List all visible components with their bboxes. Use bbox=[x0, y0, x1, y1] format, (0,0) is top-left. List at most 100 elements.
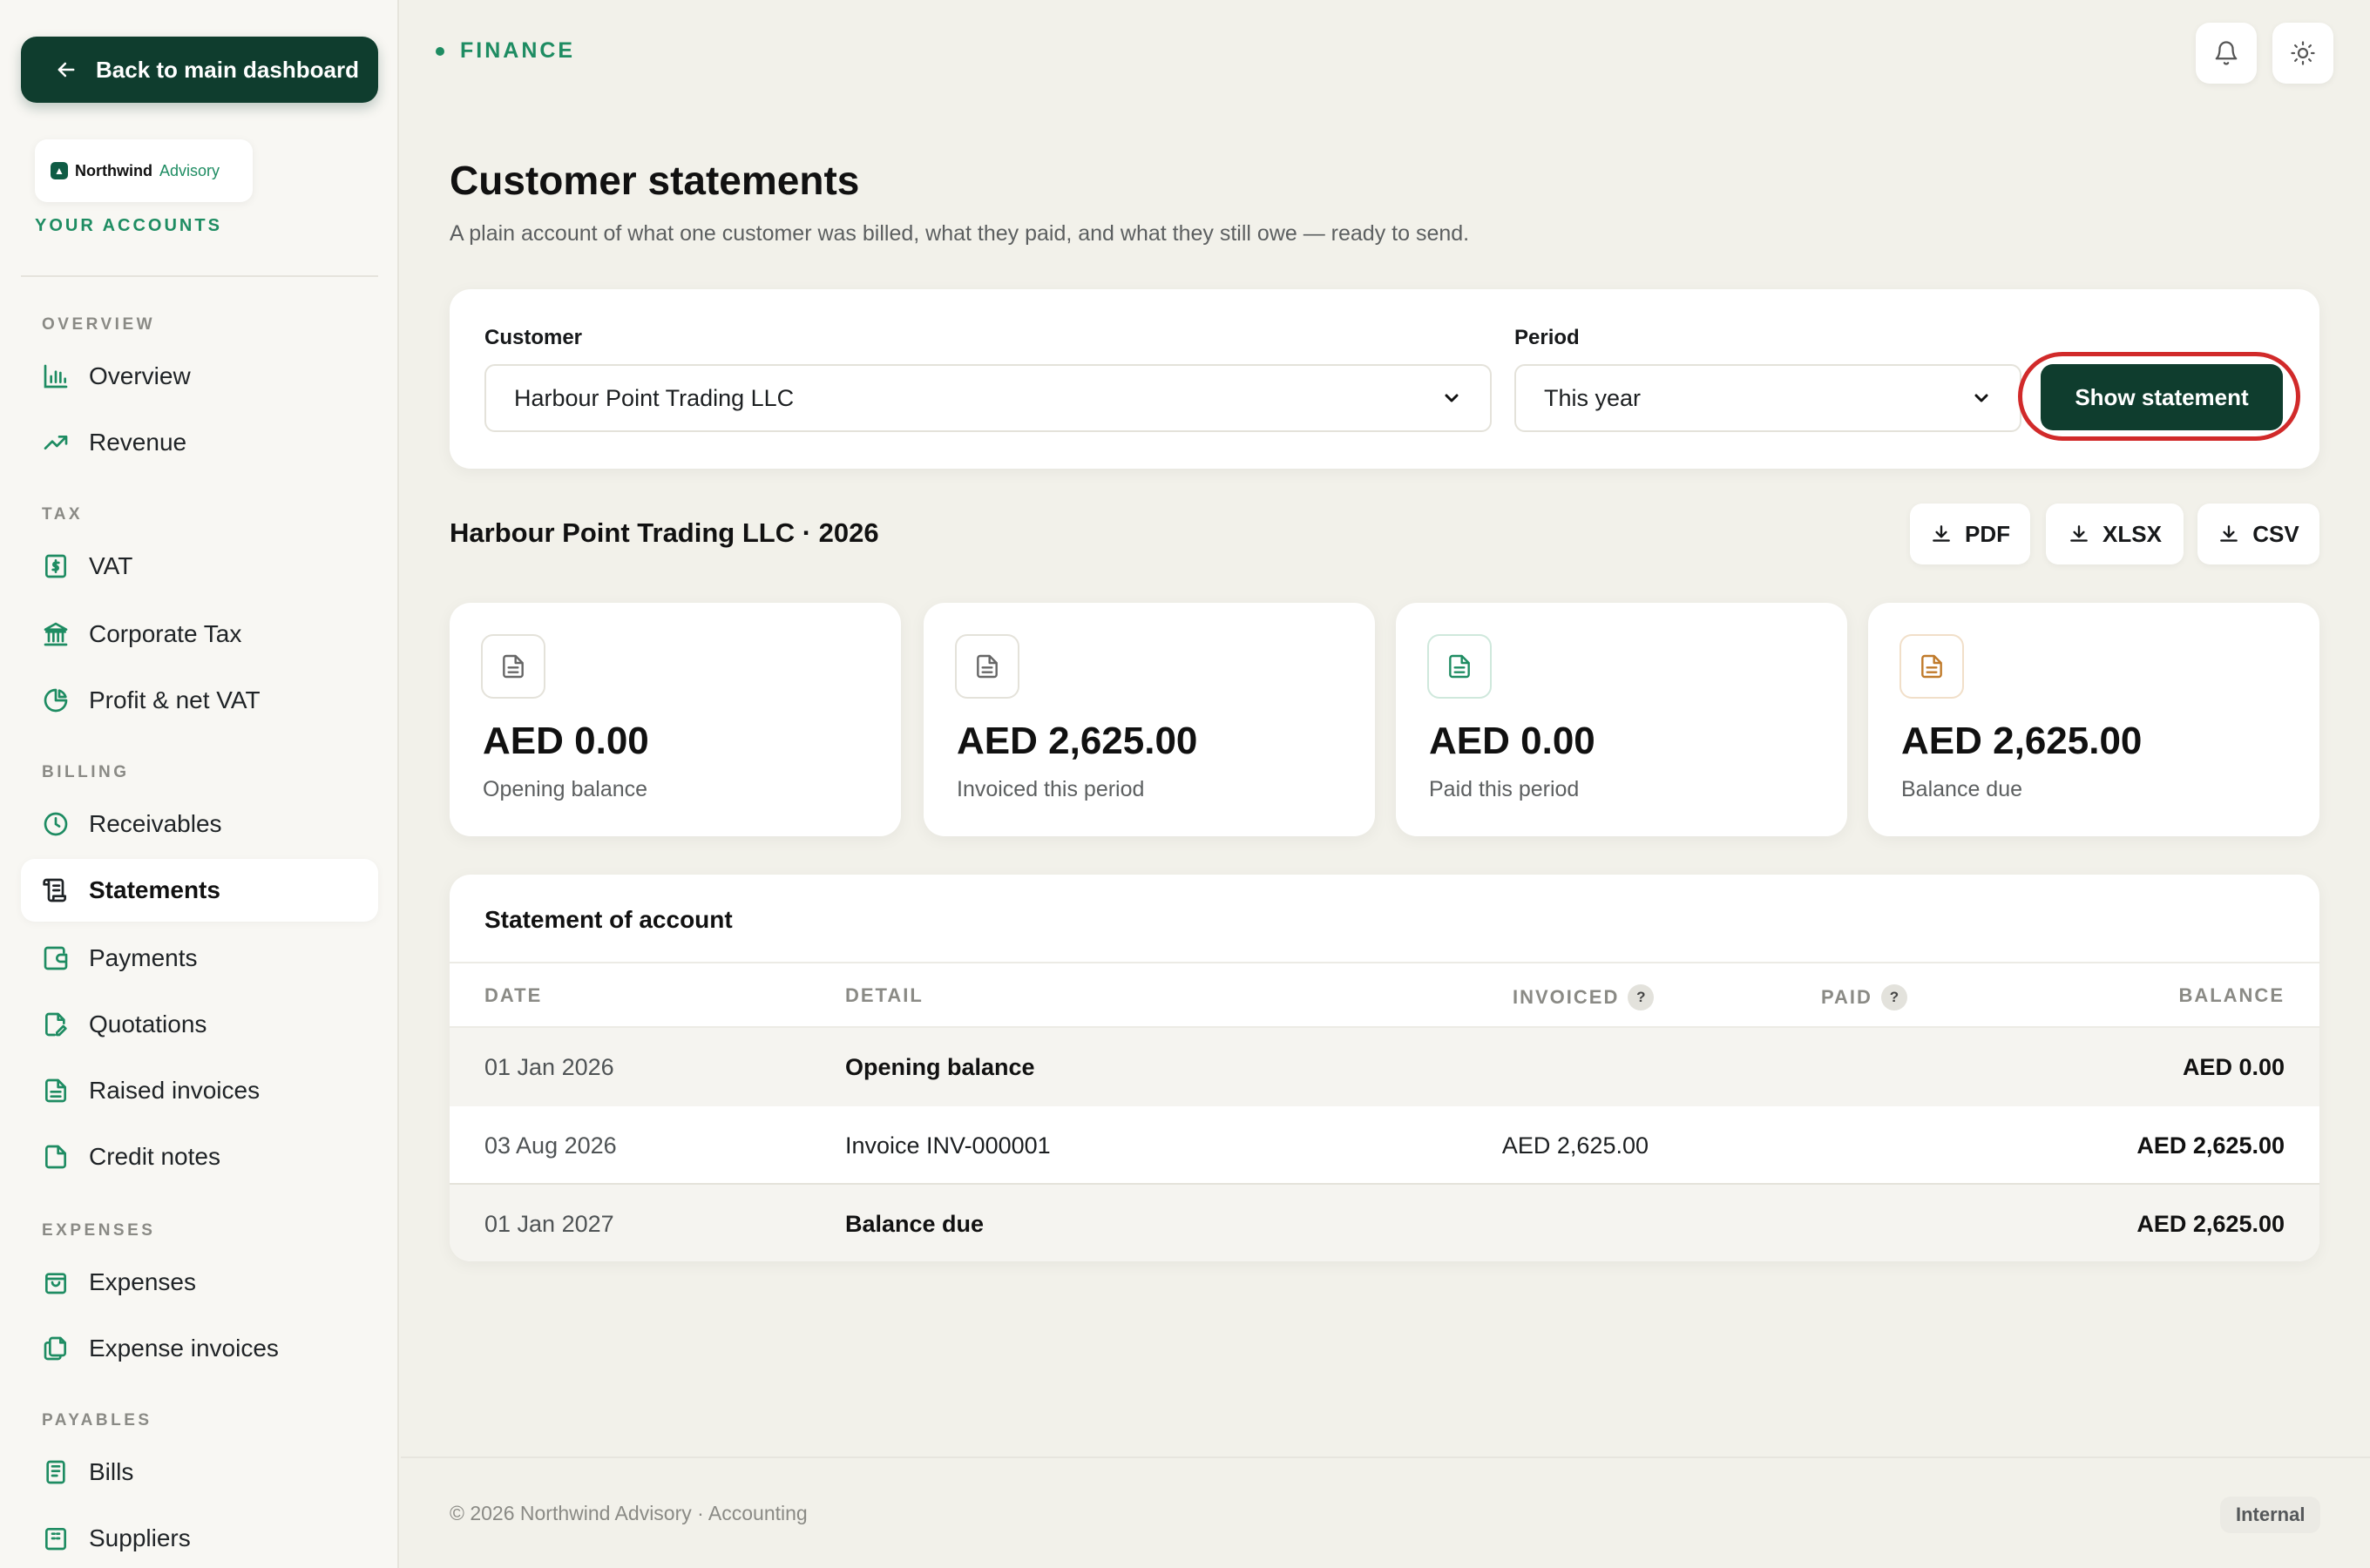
sidebar-item-statements[interactable]: Statements bbox=[21, 859, 378, 922]
statement-table: Statement of account DATE DETAIL INVOICE… bbox=[450, 875, 2319, 1261]
receipt-icon bbox=[46, 1460, 65, 1484]
sidebar-item-profit-vat[interactable]: Profit & net VAT bbox=[21, 669, 378, 732]
breadcrumb-label: FINANCE bbox=[460, 38, 576, 63]
sidebar-item-label: Profit & net VAT bbox=[89, 686, 261, 713]
cell-balance: AED 2,625.00 bbox=[2136, 1132, 2285, 1159]
brand-logo-icon: ▲ bbox=[51, 162, 68, 179]
bag-icon bbox=[45, 1273, 66, 1294]
help-icon[interactable]: ? bbox=[1628, 984, 1655, 1010]
kpi-value: AED 0.00 bbox=[1429, 720, 1595, 762]
export-pdf-label: PDF bbox=[1965, 520, 2010, 547]
column-header-detail: DETAIL bbox=[845, 984, 924, 1006]
table-row: 03 Aug 2026 Invoice INV-000001 AED 2,625… bbox=[450, 1106, 2319, 1185]
sidebar-item-expense-invoices[interactable]: Expense invoices bbox=[21, 1317, 378, 1380]
section-payables: PAYABLES bbox=[42, 1411, 152, 1429]
cell-balance: AED 2,625.00 bbox=[2136, 1211, 2285, 1237]
show-statement-button[interactable]: Show statement bbox=[2041, 364, 2283, 430]
doc-icon bbox=[45, 1078, 66, 1103]
help-icon[interactable]: ? bbox=[1880, 984, 1907, 1010]
table-header: DATE DETAIL INVOICED? PAID? BALANCE bbox=[450, 962, 2319, 1028]
back-to-dashboard-button[interactable]: Back to main dashboard bbox=[21, 37, 378, 103]
breadcrumb: FINANCE bbox=[436, 38, 575, 64]
environment-badge: Internal bbox=[2220, 1497, 2321, 1533]
document-icon bbox=[955, 634, 1019, 699]
breadcrumb-dot bbox=[436, 46, 444, 56]
sidebar-item-bills[interactable]: Bills bbox=[21, 1441, 378, 1504]
sidebar-item-label: Raised invoices bbox=[89, 1077, 261, 1104]
sidebar-item-receivables[interactable]: Receivables bbox=[21, 793, 378, 855]
sidebar-item-label: Receivables bbox=[89, 810, 222, 837]
pie-chart-icon bbox=[44, 688, 68, 713]
building-icon bbox=[45, 1528, 66, 1551]
theme-toggle-button[interactable] bbox=[2272, 23, 2333, 84]
document-icon bbox=[481, 634, 545, 699]
sidebar-item-label: Suppliers bbox=[89, 1524, 191, 1551]
cell-date: 03 Aug 2026 bbox=[484, 1132, 617, 1159]
cell-date: 01 Jan 2026 bbox=[484, 1054, 614, 1080]
wallet-icon bbox=[44, 946, 68, 970]
sidebar-item-raised-invoices[interactable]: Raised invoices bbox=[21, 1059, 378, 1122]
chevron-down-icon bbox=[1974, 394, 1988, 402]
sidebar-item-label: Overview bbox=[89, 362, 191, 389]
kpi-value: AED 2,625.00 bbox=[1901, 720, 2143, 762]
chevron-down-icon bbox=[1445, 394, 1459, 402]
brand-sub: Advisory bbox=[159, 161, 220, 179]
brand-name: Northwind bbox=[75, 161, 152, 179]
account-switcher[interactable]: ▲ Northwind Advisory bbox=[35, 139, 253, 202]
sidebar-item-overview[interactable]: Overview bbox=[21, 345, 378, 408]
kpi-invoiced: AED 2,625.00 Invoiced this period bbox=[924, 603, 1375, 836]
sidebar-item-expenses[interactable]: Expenses bbox=[21, 1251, 378, 1314]
column-header-balance: BALANCE bbox=[2178, 984, 2285, 1006]
sidebar-item-suppliers[interactable]: Suppliers bbox=[21, 1507, 378, 1568]
dollar-doc-icon bbox=[45, 554, 66, 578]
customer-select-value: Harbour Point Trading LLC bbox=[514, 384, 795, 411]
table-title: Statement of account bbox=[484, 906, 733, 933]
kpi-value: AED 0.00 bbox=[483, 720, 649, 762]
section-billing: BILLING bbox=[42, 763, 130, 781]
customer-select[interactable]: Harbour Point Trading LLC bbox=[484, 364, 1492, 432]
sidebar-item-credit-notes[interactable]: Credit notes bbox=[21, 1125, 378, 1188]
export-csv-button[interactable]: CSV bbox=[2197, 504, 2319, 564]
statement-heading: Harbour Point Trading LLC · 2026 bbox=[450, 517, 879, 548]
export-pdf-button[interactable]: PDF bbox=[1910, 504, 2030, 564]
edit-doc-icon bbox=[45, 1012, 67, 1037]
sidebar-item-label: Credit notes bbox=[89, 1143, 220, 1170]
section-overview: OVERVIEW bbox=[42, 315, 156, 334]
document-icon bbox=[1899, 634, 1964, 699]
sidebar-item-revenue[interactable]: Revenue bbox=[21, 411, 378, 474]
sidebar-item-label: Corporate Tax bbox=[89, 620, 242, 647]
cell-invoiced: AED 2,625.00 bbox=[1501, 1132, 1649, 1159]
trend-up-icon bbox=[44, 436, 68, 449]
kpi-paid: AED 0.00 Paid this period bbox=[1396, 603, 1847, 836]
main-content: FINANCE Customer statements A plain acco… bbox=[401, 0, 2370, 1568]
download-icon bbox=[2070, 525, 2088, 542]
scroll-icon bbox=[43, 878, 66, 902]
column-header-invoiced: INVOICED? bbox=[1513, 984, 1655, 1010]
sidebar-item-label: Expense invoices bbox=[89, 1335, 279, 1362]
sidebar-item-label: Revenue bbox=[89, 429, 187, 456]
kpi-value: AED 2,625.00 bbox=[957, 720, 1198, 762]
sidebar-item-corporate-tax[interactable]: Corporate Tax bbox=[21, 603, 378, 666]
sidebar-item-vat[interactable]: VAT bbox=[21, 535, 378, 598]
kpi-label: Invoiced this period bbox=[957, 777, 1145, 801]
period-select[interactable]: This year bbox=[1514, 364, 2021, 432]
sidebar-item-payments[interactable]: Payments bbox=[21, 927, 378, 990]
download-icon bbox=[1933, 525, 1950, 542]
sidebar-item-label: Quotations bbox=[89, 1010, 207, 1037]
download-icon bbox=[2220, 525, 2238, 542]
clock-icon bbox=[44, 812, 68, 836]
doc-icon bbox=[45, 1145, 66, 1169]
cell-balance: AED 0.00 bbox=[2182, 1054, 2285, 1080]
notifications-button[interactable] bbox=[2196, 23, 2257, 84]
sidebar-item-quotations[interactable]: Quotations bbox=[21, 993, 378, 1056]
kpi-label: Balance due bbox=[1901, 777, 2023, 801]
table-row: 01 Jan 2027 Balance due AED 2,625.00 bbox=[450, 1183, 2319, 1261]
bar-chart-icon bbox=[44, 364, 68, 389]
column-header-date: DATE bbox=[484, 984, 543, 1006]
sidebar-item-label: Bills bbox=[89, 1458, 134, 1485]
export-xlsx-button[interactable]: XLSX bbox=[2046, 504, 2184, 564]
kpi-opening-balance: AED 0.00 Opening balance bbox=[450, 603, 901, 836]
table-row: 01 Jan 2026 Opening balance AED 0.00 bbox=[450, 1028, 2319, 1106]
page-subtitle: A plain account of what one customer was… bbox=[450, 221, 1470, 246]
footer-divider bbox=[401, 1456, 2370, 1458]
